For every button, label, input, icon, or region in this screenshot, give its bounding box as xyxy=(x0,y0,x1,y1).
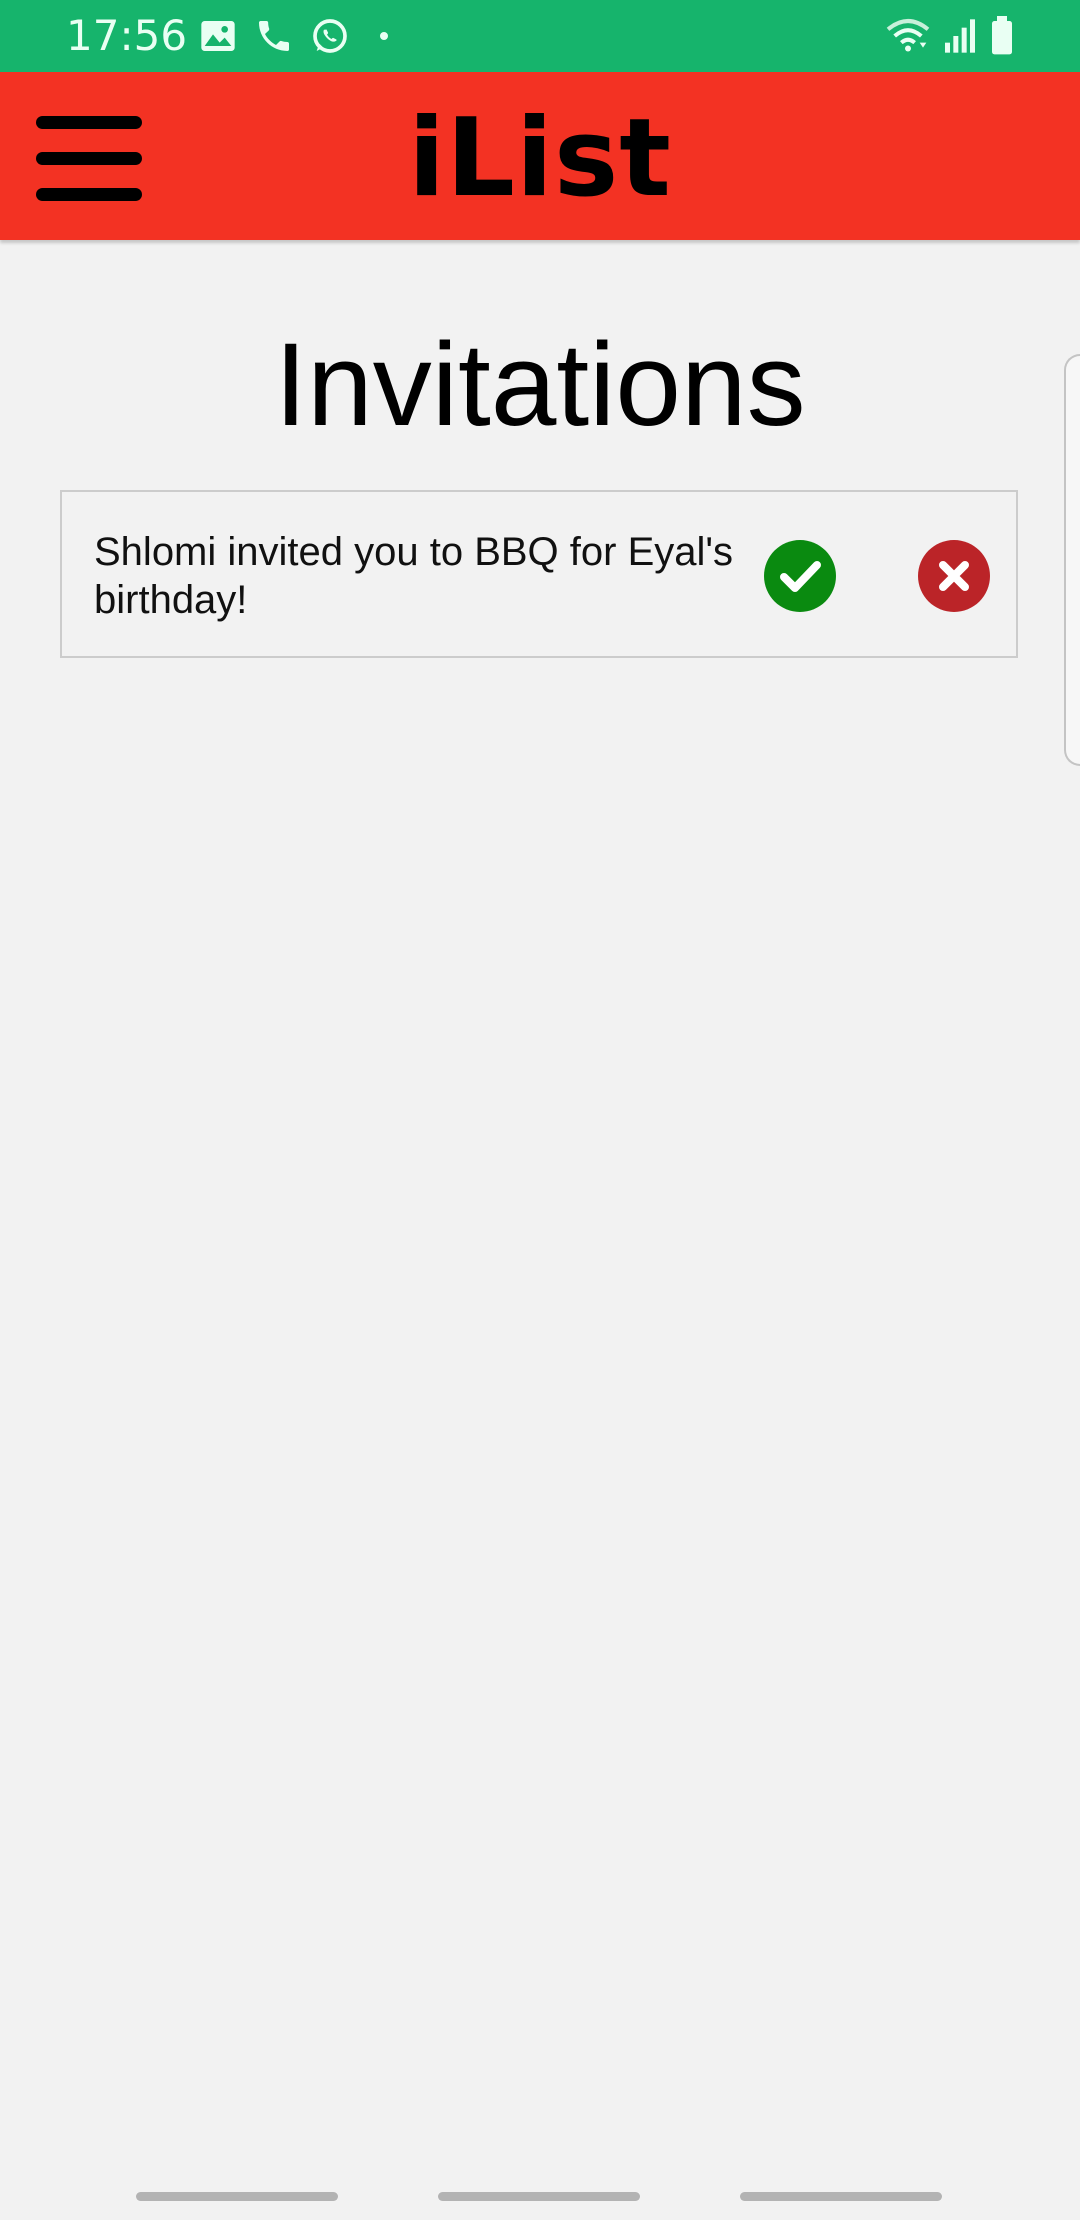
dot-icon xyxy=(374,16,394,56)
whatsapp-icon xyxy=(310,16,350,56)
image-icon xyxy=(198,16,238,56)
status-bar: 17:56 xyxy=(0,0,1080,72)
signal-icon xyxy=(942,16,978,56)
nav-pill-center[interactable] xyxy=(438,2192,640,2201)
check-circle-icon xyxy=(780,561,821,592)
phone-icon xyxy=(254,16,294,56)
nav-pill-right[interactable] xyxy=(740,2192,942,2201)
x-circle-icon xyxy=(939,561,969,591)
app-title: iList xyxy=(408,96,672,221)
app-bar: iList xyxy=(0,72,1080,240)
page-title: Invitations xyxy=(274,319,806,451)
battery-icon xyxy=(988,16,1016,56)
edge-panel-handle[interactable] xyxy=(1064,354,1080,766)
status-time: 17:56 xyxy=(66,11,188,60)
invitation-text: Shlomi invited you to BBQ for Eyal's bir… xyxy=(94,530,734,622)
wifi-icon xyxy=(884,16,932,56)
accept-invitation-button[interactable] xyxy=(764,540,836,612)
decline-invitation-button[interactable] xyxy=(918,540,990,612)
invitation-card: Shlomi invited you to BBQ for Eyal's bir… xyxy=(60,490,1018,658)
nav-pill-left[interactable] xyxy=(136,2192,338,2201)
